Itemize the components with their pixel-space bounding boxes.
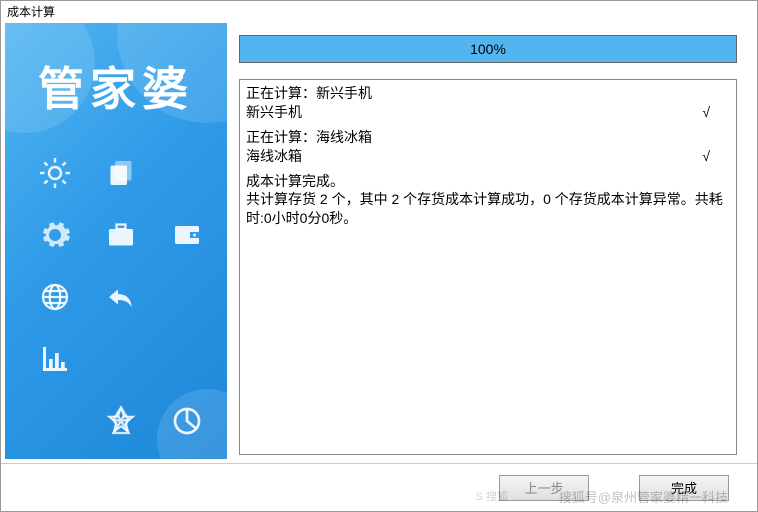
pie-chart-icon [167, 401, 207, 441]
log-item-name: 海线冰箱 [246, 147, 302, 166]
log-line: 成本计算完成。 [246, 172, 730, 191]
globe-icon [35, 277, 75, 317]
log-line: 海线冰箱 √ [246, 147, 730, 166]
log-line: 新兴手机 √ [246, 103, 730, 122]
content-area: 管家婆 100% [1, 19, 757, 463]
blank-icon-4 [167, 339, 207, 379]
window-title: 成本计算 [1, 1, 757, 19]
copy-icon [101, 153, 141, 193]
cost-calc-window: 成本计算 管家婆 [0, 0, 758, 512]
checkmark-icon: √ [702, 147, 730, 166]
checkmark-icon: √ [702, 103, 730, 122]
app-logo: 管家婆 [5, 53, 227, 119]
footer-bar: 上一步 完成 [1, 463, 757, 511]
progress-percent: 100% [470, 41, 506, 57]
progress-bar: 100% [239, 35, 737, 63]
sidebar-panel: 管家婆 [5, 23, 227, 459]
sun-icon [35, 153, 75, 193]
star-icon [101, 401, 141, 441]
blank-icon [167, 153, 207, 193]
prev-button[interactable]: 上一步 [499, 475, 589, 501]
blank-icon-5 [35, 401, 75, 441]
blank-icon-2 [167, 277, 207, 317]
sidebar-icon-grid [35, 153, 225, 459]
log-item-name: 新兴手机 [246, 103, 302, 122]
briefcase-icon [101, 215, 141, 255]
finish-button[interactable]: 完成 [639, 475, 729, 501]
undo-icon [101, 277, 141, 317]
log-textarea[interactable]: 正在计算：新兴手机 新兴手机 √ 正在计算：海线冰箱 海线冰箱 √ 成本计算完成… [239, 79, 737, 455]
main-panel: 100% 正在计算：新兴手机 新兴手机 √ 正在计算：海线冰箱 海线冰箱 √ 成… [235, 23, 753, 459]
log-line: 正在计算：海线冰箱 [246, 128, 730, 147]
gear-icon [35, 215, 75, 255]
log-line: 正在计算：新兴手机 [246, 84, 730, 103]
blank-icon-3 [101, 339, 141, 379]
wallet-icon [167, 215, 207, 255]
bar-chart-icon [35, 339, 75, 379]
log-summary: 共计算存货 2 个，其中 2 个存货成本计算成功，0 个存货成本计算异常。共耗时… [246, 190, 730, 228]
